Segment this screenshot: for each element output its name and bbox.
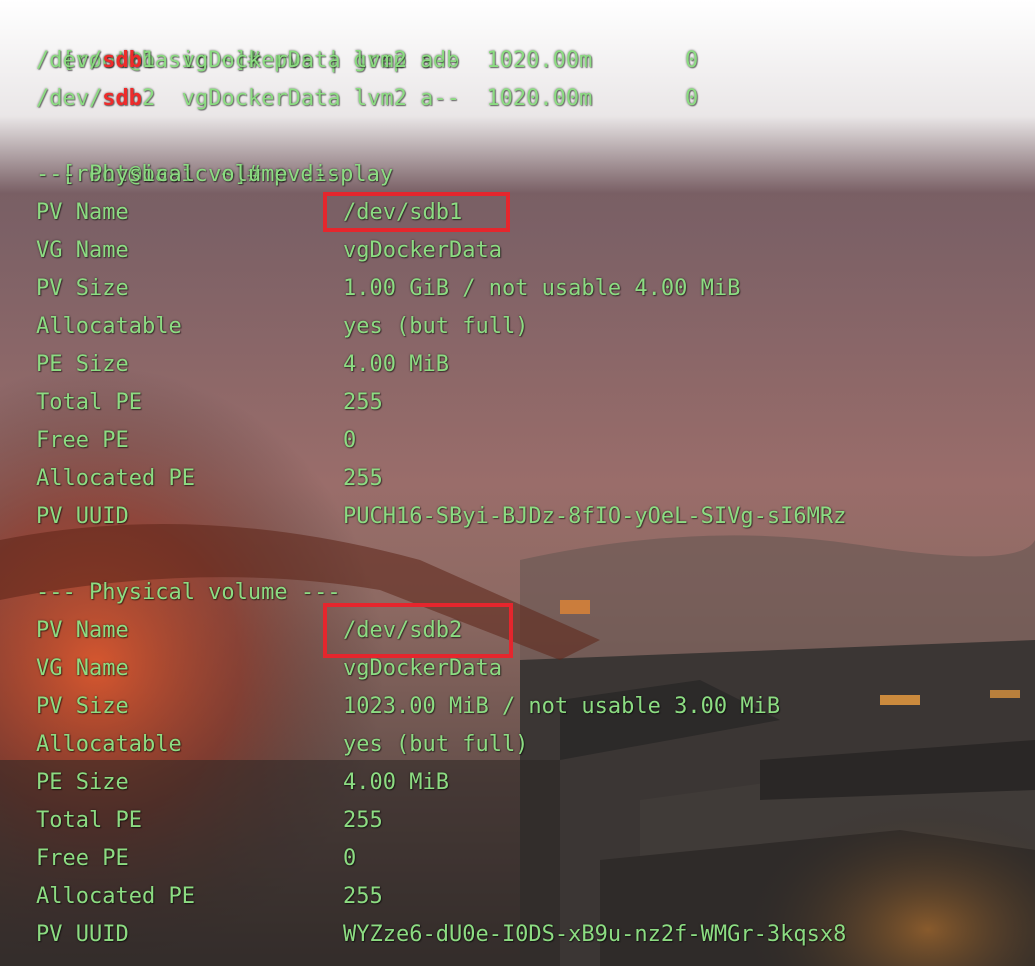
- field-value: vgDockerData: [343, 238, 502, 263]
- pv-field-row: Allocated PE 255: [36, 460, 383, 498]
- pv-field-row: VG Name vgDockerData: [36, 650, 502, 688]
- pv-field-row: Allocatable yes (but full): [36, 308, 528, 346]
- field-value: 4.00 MiB: [343, 770, 449, 795]
- pvs-device-prefix: /dev/: [36, 48, 103, 73]
- command-line-pvdisplay: [root@basic ~]# pvdisplay: [9, 118, 393, 187]
- field-label: Free PE: [36, 428, 129, 453]
- pv-field-row: Allocatable yes (but full): [36, 726, 528, 764]
- pv-field-row: PV Size 1023.00 MiB / not usable 3.00 MiB: [36, 688, 780, 726]
- pvs-output-row: /dev/sdb2 vgDockerData lvm2 a-- 1020.00m…: [36, 80, 698, 118]
- field-value: 255: [343, 390, 383, 415]
- field-value: yes (but full): [343, 732, 529, 757]
- field-label: PV Name: [36, 200, 129, 225]
- pv-field-row: PV Name/dev/sdb1: [36, 194, 462, 232]
- pvs-highlight-match: sdb: [102, 86, 142, 111]
- pv-name-highlight-box: [323, 603, 513, 658]
- field-label: PV Name: [36, 618, 129, 643]
- pv-name-highlight-box: [323, 192, 510, 232]
- field-label: PV Size: [36, 276, 129, 301]
- field-value: 255: [343, 808, 383, 833]
- field-label: Total PE: [36, 390, 142, 415]
- field-label: PE Size: [36, 352, 129, 377]
- physical-volume-header: --- Physical volume ---: [36, 574, 341, 612]
- field-value: 0: [343, 846, 357, 871]
- field-label: VG Name: [36, 656, 129, 681]
- field-value: PUCH16-SByi-BJDz-8fIO-yOeL-SIVg-sI6MRz: [343, 504, 847, 529]
- pvs-row-details: 1 vgDockerData lvm2 a-- 1020.00m 0: [141, 48, 699, 73]
- field-label: PE Size: [36, 770, 129, 795]
- physical-volume-header: --- Physical volume ---: [36, 156, 341, 194]
- field-label: Allocatable: [36, 732, 182, 757]
- pv-field-row: PV Size 1.00 GiB / not usable 4.00 MiB: [36, 270, 740, 308]
- pvs-output-row: /dev/sdb1 vgDockerData lvm2 a-- 1020.00m…: [36, 42, 698, 80]
- field-value: 4.00 MiB: [343, 352, 449, 377]
- field-label: PV Size: [36, 694, 129, 719]
- field-value: 255: [343, 884, 383, 909]
- field-value: 255: [343, 466, 383, 491]
- field-label: Allocatable: [36, 314, 182, 339]
- field-value: yes (but full): [343, 314, 529, 339]
- field-value: WYZze6-dU0e-I0DS-xB9u-nz2f-WMGr-3kqsx8: [343, 922, 847, 947]
- pvs-device-prefix: /dev/: [36, 86, 103, 111]
- terminal-window[interactable]: [root@basic ~]# pvs | grep sdb /dev/sdb1…: [0, 0, 1035, 966]
- pv-field-row: VG Name vgDockerData: [36, 232, 502, 270]
- field-label: PV UUID: [36, 922, 129, 947]
- field-label: Free PE: [36, 846, 129, 871]
- pv-field-row: PE Size 4.00 MiB: [36, 764, 449, 802]
- pv-field-row: PV Name/dev/sdb2: [36, 612, 462, 650]
- pv-field-row: Total PE 255: [36, 384, 383, 422]
- pv-field-row: Free PE 0: [36, 422, 356, 460]
- field-label: Allocated PE: [36, 466, 195, 491]
- field-label: Total PE: [36, 808, 142, 833]
- pv-field-row: Free PE 0: [36, 840, 356, 878]
- field-value: 1023.00 MiB / not usable 3.00 MiB: [343, 694, 781, 719]
- pv-field-row: PV UUID WYZze6-dU0e-I0DS-xB9u-nz2f-WMGr-3…: [36, 916, 846, 954]
- pv-header-text: --- Physical volume ---: [36, 162, 341, 187]
- pv-field-row: PV UUID PUCH16-SByi-BJDz-8fIO-yOeL-SIVg-s…: [36, 498, 846, 536]
- pv-field-row: Total PE 255: [36, 802, 383, 840]
- field-label: PV UUID: [36, 504, 129, 529]
- field-label: VG Name: [36, 238, 129, 263]
- pv-header-text: --- Physical volume ---: [36, 580, 341, 605]
- field-value: 0: [343, 428, 357, 453]
- pv-field-row: Allocated PE 255: [36, 878, 383, 916]
- command-line-pvs: [root@basic ~]# pvs | grep sdb: [9, 4, 459, 73]
- field-label: Allocated PE: [36, 884, 195, 909]
- pv-field-row: PE Size 4.00 MiB: [36, 346, 449, 384]
- pvs-row-details: 2 vgDockerData lvm2 a-- 1020.00m 0: [141, 86, 699, 111]
- pvs-highlight-match: sdb: [102, 48, 142, 73]
- field-value: 1.00 GiB / not usable 4.00 MiB: [343, 276, 741, 301]
